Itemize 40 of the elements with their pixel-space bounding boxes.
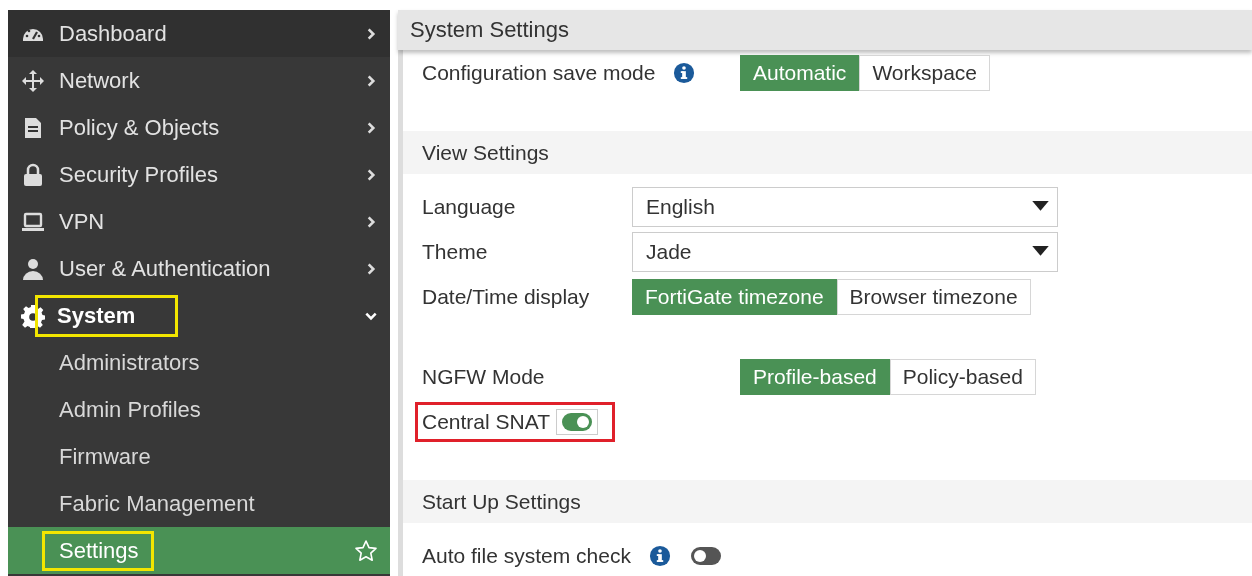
section-header: View Settings bbox=[403, 131, 1252, 174]
nav-item[interactable]: Settings bbox=[8, 527, 390, 574]
field-label: Language bbox=[422, 193, 516, 220]
option-button[interactable]: Profile-based bbox=[740, 358, 890, 395]
caret-icon bbox=[1032, 201, 1049, 212]
nav-item[interactable]: Administrators bbox=[8, 339, 390, 386]
toggle-switch[interactable] bbox=[556, 408, 598, 435]
option-button[interactable]: Workspace bbox=[859, 54, 991, 91]
nav-item[interactable]: Fabric Management bbox=[8, 480, 390, 527]
field-label: Configuration save mode bbox=[422, 59, 656, 86]
nav-item[interactable]: Admin Profiles bbox=[8, 386, 390, 433]
user-icon bbox=[21, 256, 45, 281]
field-label: Theme bbox=[422, 238, 488, 265]
nav-item[interactable]: VPN bbox=[8, 198, 390, 245]
page-title: System Settings bbox=[398, 10, 1252, 50]
nav-item[interactable]: System bbox=[8, 292, 390, 339]
lock-icon bbox=[21, 162, 45, 187]
nav-item[interactable]: Dashboard bbox=[8, 10, 390, 57]
move-arrows-icon bbox=[21, 68, 45, 93]
option-button[interactable]: FortiGate timezone bbox=[632, 278, 837, 315]
field-label: Date/Time display bbox=[422, 283, 590, 310]
option-button[interactable]: Browser timezone bbox=[836, 278, 1031, 315]
dropdown-field[interactable]: Jade bbox=[632, 231, 1058, 272]
field-label: Auto file system check bbox=[422, 542, 631, 569]
nav-item[interactable]: Firmware bbox=[8, 433, 390, 480]
section-header: Start Up Settings bbox=[403, 480, 1252, 523]
info-icon[interactable] bbox=[648, 544, 671, 567]
caret-icon bbox=[1032, 246, 1049, 257]
dropdown-field[interactable]: English bbox=[632, 186, 1058, 227]
nav-item[interactable]: Security Profiles bbox=[8, 151, 390, 198]
gear-icon bbox=[21, 303, 45, 328]
field-label: NGFW Mode bbox=[422, 363, 545, 390]
option-button[interactable]: Automatic bbox=[740, 54, 860, 91]
info-icon[interactable] bbox=[673, 61, 696, 84]
nav-item[interactable]: Policy & Objects bbox=[8, 104, 390, 151]
nav-item[interactable]: Network bbox=[8, 57, 390, 104]
field-label: Central SNAT bbox=[422, 408, 550, 435]
option-button[interactable]: Policy-based bbox=[889, 358, 1036, 395]
star-icon[interactable] bbox=[354, 538, 378, 563]
nav-item[interactable]: User & Authentication bbox=[8, 245, 390, 292]
